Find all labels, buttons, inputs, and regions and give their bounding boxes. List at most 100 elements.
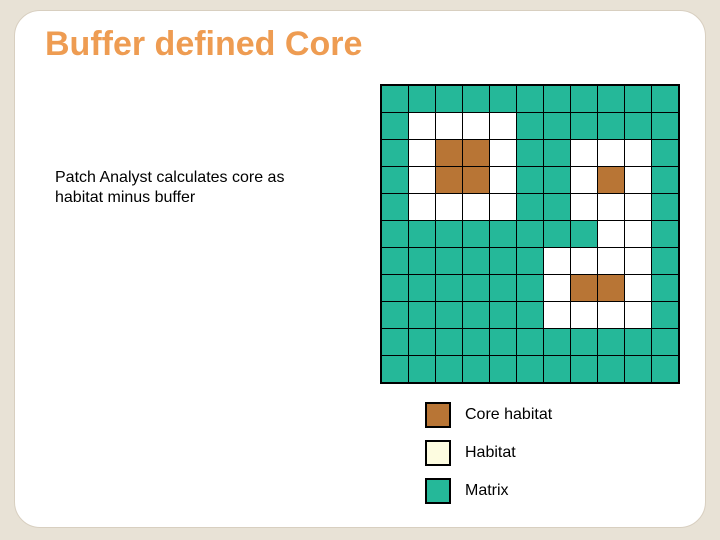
grid-cell: [625, 194, 651, 220]
grid-cell: [544, 86, 570, 112]
grid-cell: [490, 194, 516, 220]
grid-cell: [544, 275, 570, 301]
grid-cell: [571, 194, 597, 220]
swatch-matrix-icon: [425, 478, 451, 504]
grid-cell: [517, 194, 543, 220]
grid-cell: [409, 275, 435, 301]
grid-cell: [544, 167, 570, 193]
habitat-grid: [380, 84, 680, 384]
grid-cell: [598, 302, 624, 328]
grid-cell: [544, 221, 570, 247]
grid-cell: [544, 113, 570, 139]
grid-cell: [598, 356, 624, 382]
grid-cell: [409, 194, 435, 220]
grid-cell: [490, 86, 516, 112]
grid-cell: [571, 329, 597, 355]
grid-cell: [571, 248, 597, 274]
grid-cell: [382, 113, 408, 139]
grid-cell: [517, 221, 543, 247]
grid-cell: [490, 221, 516, 247]
grid-cell: [517, 275, 543, 301]
grid-cell: [571, 167, 597, 193]
grid-cell: [571, 356, 597, 382]
grid-cell: [409, 221, 435, 247]
legend-row-matrix: Matrix: [425, 478, 552, 504]
grid-cell: [490, 356, 516, 382]
grid-cell: [436, 329, 462, 355]
grid-cell: [625, 167, 651, 193]
grid-cell: [625, 221, 651, 247]
grid-cell: [544, 248, 570, 274]
grid-cell: [625, 140, 651, 166]
grid-cell: [490, 329, 516, 355]
grid-cell: [463, 86, 489, 112]
grid-cell: [598, 113, 624, 139]
grid-cell: [625, 86, 651, 112]
grid-cell: [598, 275, 624, 301]
grid-cell: [463, 248, 489, 274]
grid-cell: [544, 194, 570, 220]
grid-cell: [598, 140, 624, 166]
grid-cell: [463, 194, 489, 220]
grid-cell: [382, 140, 408, 166]
grid-cell: [652, 86, 678, 112]
grid-cell: [409, 140, 435, 166]
grid-cell: [382, 356, 408, 382]
swatch-habitat-icon: [425, 440, 451, 466]
grid-cell: [652, 113, 678, 139]
grid-cell: [598, 221, 624, 247]
grid-cell: [382, 329, 408, 355]
grid-cell: [517, 113, 543, 139]
grid-cell: [544, 302, 570, 328]
grid-cell: [571, 113, 597, 139]
grid-cell: [490, 302, 516, 328]
legend-label-core: Core habitat: [465, 406, 552, 424]
grid-cell: [382, 302, 408, 328]
legend: Core habitat Habitat Matrix: [425, 402, 552, 504]
grid-cell: [625, 248, 651, 274]
grid-cell: [571, 86, 597, 112]
grid-cell: [544, 140, 570, 166]
grid-cell: [490, 140, 516, 166]
slide-content: Patch Analyst calculates core as habitat…: [45, 64, 675, 504]
grid-cell: [625, 275, 651, 301]
grid-cell: [517, 140, 543, 166]
grid-cell: [436, 113, 462, 139]
grid-cell: [544, 356, 570, 382]
grid-cell: [436, 140, 462, 166]
grid-cell: [382, 167, 408, 193]
grid-cell: [571, 302, 597, 328]
grid-cell: [598, 86, 624, 112]
grid-cell: [490, 113, 516, 139]
grid-cell: [436, 86, 462, 112]
grid-cell: [517, 356, 543, 382]
grid-cell: [436, 167, 462, 193]
grid-cell: [436, 221, 462, 247]
grid-cell: [517, 329, 543, 355]
grid-cell: [382, 86, 408, 112]
grid-cell: [571, 221, 597, 247]
grid-cell: [463, 329, 489, 355]
grid-cell: [382, 275, 408, 301]
grid-cell: [463, 113, 489, 139]
grid-cell: [382, 194, 408, 220]
grid-cell: [598, 194, 624, 220]
legend-row-core: Core habitat: [425, 402, 552, 428]
grid-cell: [409, 356, 435, 382]
grid-cell: [598, 167, 624, 193]
grid-cell: [652, 302, 678, 328]
grid-cell: [382, 221, 408, 247]
grid-cell: [652, 356, 678, 382]
grid-cell: [652, 248, 678, 274]
legend-row-habitat: Habitat: [425, 440, 552, 466]
grid-cell: [571, 275, 597, 301]
grid-cell: [652, 140, 678, 166]
grid-cell: [652, 329, 678, 355]
description-text: Patch Analyst calculates core as habitat…: [55, 168, 285, 208]
grid-cell: [571, 140, 597, 166]
grid-cell: [409, 248, 435, 274]
grid-cell: [463, 302, 489, 328]
grid-cell: [436, 356, 462, 382]
grid-cell: [463, 356, 489, 382]
swatch-core-icon: [425, 402, 451, 428]
